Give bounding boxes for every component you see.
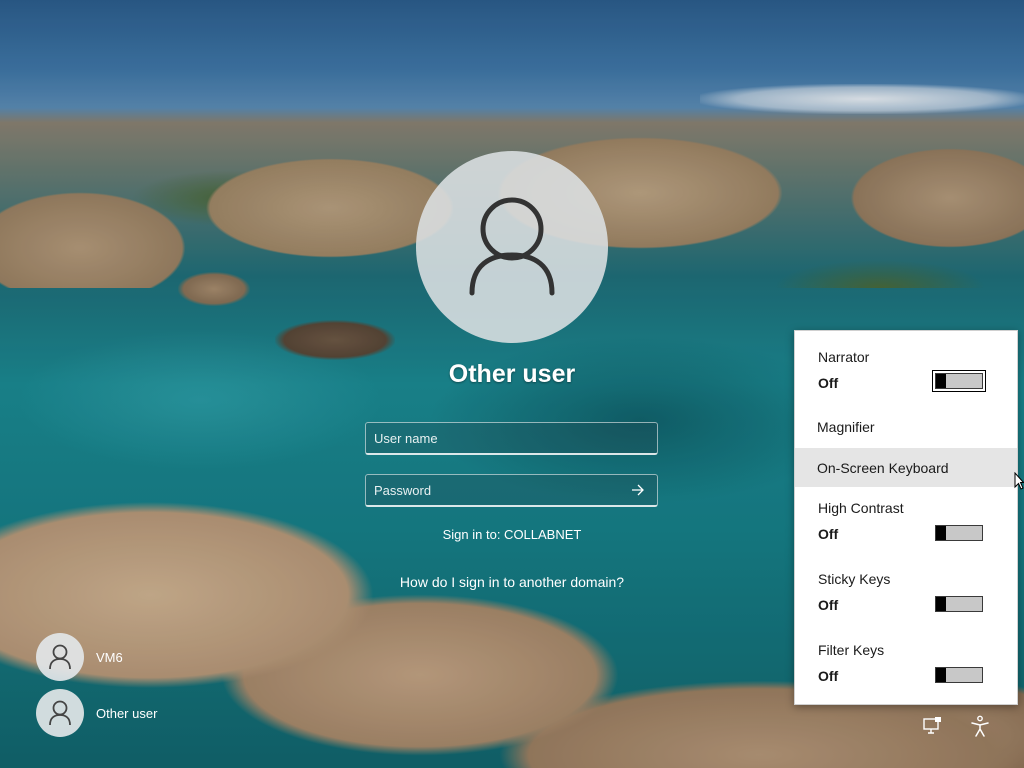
flyout-item-onscreen-keyboard[interactable]: On-Screen Keyboard xyxy=(795,448,1017,487)
password-input[interactable] xyxy=(366,475,657,505)
mouse-cursor xyxy=(1014,472,1024,490)
narrator-label: Narrator xyxy=(818,349,870,365)
narrator-state: Off xyxy=(818,375,839,391)
user-tile-name: Other user xyxy=(96,705,158,721)
sticky-keys-label: Sticky Keys xyxy=(818,571,891,587)
arrow-right-icon xyxy=(632,484,644,496)
person-icon xyxy=(469,197,555,296)
flyout-item-magnifier[interactable]: Magnifier xyxy=(795,409,1017,447)
username-input[interactable] xyxy=(366,423,657,453)
high-contrast-label: High Contrast xyxy=(818,500,904,516)
filter-keys-state: Off xyxy=(818,668,839,684)
user-tile-avatar xyxy=(36,689,84,737)
sticky-keys-toggle[interactable] xyxy=(935,596,983,612)
lock-screen: Other user Sign in to: COLLABNET How do … xyxy=(0,0,1024,768)
user-tile-name: VM6 xyxy=(96,649,123,665)
username-field[interactable] xyxy=(365,422,658,455)
accessibility-icon xyxy=(971,715,989,737)
flyout-item-high-contrast[interactable]: High Contrast Off xyxy=(795,491,1017,557)
high-contrast-state: Off xyxy=(818,526,839,542)
user-tile-vm6[interactable]: VM6 xyxy=(36,633,123,681)
accessibility-button[interactable] xyxy=(968,714,992,738)
user-avatar xyxy=(416,151,608,343)
accessibility-flyout: Narrator Off Magnifier On-Screen Keyboar… xyxy=(794,330,1018,705)
filter-keys-toggle[interactable] xyxy=(935,667,983,683)
magnifier-label: Magnifier xyxy=(817,419,875,435)
filter-keys-label: Filter Keys xyxy=(818,642,885,658)
high-contrast-toggle[interactable] xyxy=(935,525,983,541)
person-icon xyxy=(49,644,71,670)
onscreen-keyboard-label: On-Screen Keyboard xyxy=(817,460,949,476)
user-tile-avatar xyxy=(36,633,84,681)
sign-in-domain-text: Sign in to: COLLABNET xyxy=(442,527,582,542)
flyout-item-narrator[interactable]: Narrator Off xyxy=(795,331,1017,401)
user-tile-other-user[interactable]: Other user xyxy=(36,689,157,737)
network-icon xyxy=(923,717,941,734)
flyout-item-sticky-keys[interactable]: Sticky Keys Off xyxy=(795,562,1017,628)
other-domain-link[interactable]: How do I sign in to another domain? xyxy=(312,574,712,590)
sticky-keys-state: Off xyxy=(818,597,839,613)
network-button[interactable] xyxy=(920,714,944,738)
toggle-knob xyxy=(936,597,946,611)
flyout-item-filter-keys[interactable]: Filter Keys Off xyxy=(795,633,1017,699)
narrator-toggle[interactable] xyxy=(932,370,986,392)
password-field[interactable] xyxy=(365,474,658,507)
toggle-knob xyxy=(936,668,946,682)
submit-button[interactable] xyxy=(627,481,649,501)
person-icon xyxy=(49,700,71,726)
toggle-knob xyxy=(936,526,946,540)
toggle-knob xyxy=(936,374,946,388)
user-title: Other user xyxy=(448,360,576,388)
